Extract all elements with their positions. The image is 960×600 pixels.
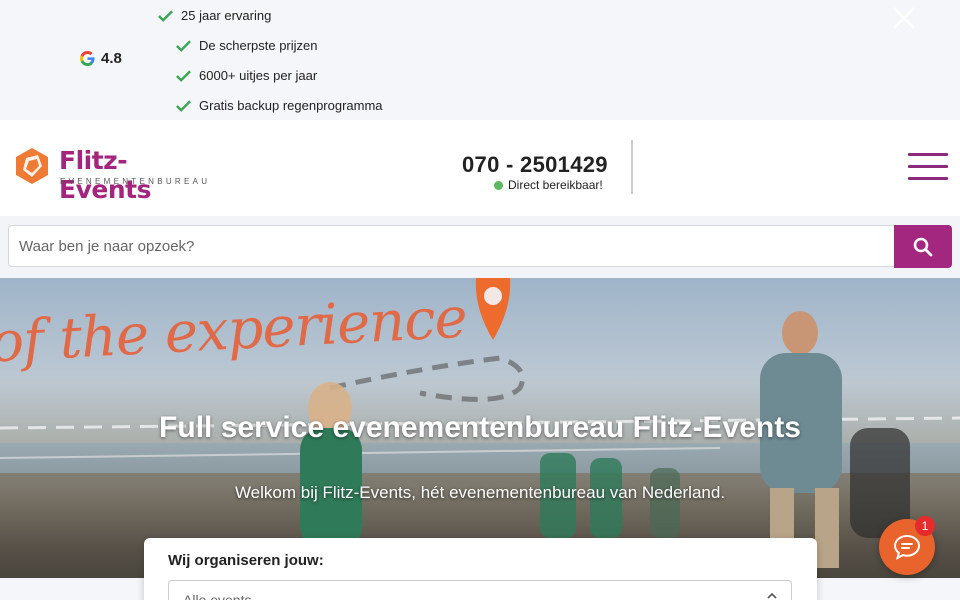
chevron-updown-icon <box>767 593 777 599</box>
google-icon <box>80 51 95 66</box>
logo[interactable]: Flitz-Events EVENEMENTENBUREAU <box>12 146 217 204</box>
usp-label: De scherpste prijzen <box>199 38 318 53</box>
event-type-select[interactable]: Alle events <box>168 580 792 600</box>
logo-tagline: EVENEMENTENBUREAU <box>60 177 211 186</box>
menu-button[interactable] <box>908 153 948 181</box>
status-dot-icon <box>494 180 503 190</box>
select-value: Alle events <box>183 592 252 600</box>
hamburger-line <box>908 177 948 180</box>
google-rating[interactable]: 4.8 <box>80 50 122 67</box>
check-icon <box>176 100 191 112</box>
hero-title: Full service evenementenbureau Flitz-Eve… <box>159 411 801 444</box>
check-icon <box>176 70 191 82</box>
phone-number[interactable]: 070 - 2501429 <box>462 152 608 178</box>
usp-item: 6000+ uitjes per jaar <box>176 68 317 83</box>
divider <box>631 140 633 194</box>
logo-name: Flitz-Events <box>59 146 151 204</box>
notification-badge: 1 <box>915 516 935 536</box>
hero-subtitle: Welkom bij Flitz-Events, hét evenementen… <box>234 483 726 502</box>
availability-label: Direct bereikbaar! <box>508 178 603 192</box>
search-button[interactable] <box>894 225 952 268</box>
hero-banner: of the experience Full service evenement… <box>0 278 960 578</box>
hamburger-line <box>908 153 948 156</box>
usp-item: Gratis backup regenprogramma <box>176 98 383 113</box>
hamburger-line <box>908 165 948 168</box>
usp-label: 6000+ uitjes per jaar <box>199 68 318 83</box>
availability-status: Direct bereikbaar! <box>494 178 603 192</box>
usp-bar <box>0 0 960 120</box>
chat-icon <box>893 534 921 560</box>
event-type-label: Wij organiseren jouw: <box>168 552 324 569</box>
check-icon <box>158 10 173 22</box>
rating-value: 4.8 <box>101 50 122 67</box>
event-finder-card: Wij organiseren jouw: Alle events <box>144 538 817 600</box>
logo-mark-icon <box>16 148 48 184</box>
usp-label: Gratis backup regenprogramma <box>199 98 383 113</box>
usp-label: 25 jaar ervaring <box>181 8 272 23</box>
usp-item: De scherpste prijzen <box>176 38 318 53</box>
check-icon <box>176 40 191 52</box>
close-icon[interactable] <box>890 4 918 32</box>
search-icon <box>913 237 933 256</box>
search-input[interactable] <box>8 225 894 267</box>
usp-item: 25 jaar ervaring <box>158 8 271 23</box>
